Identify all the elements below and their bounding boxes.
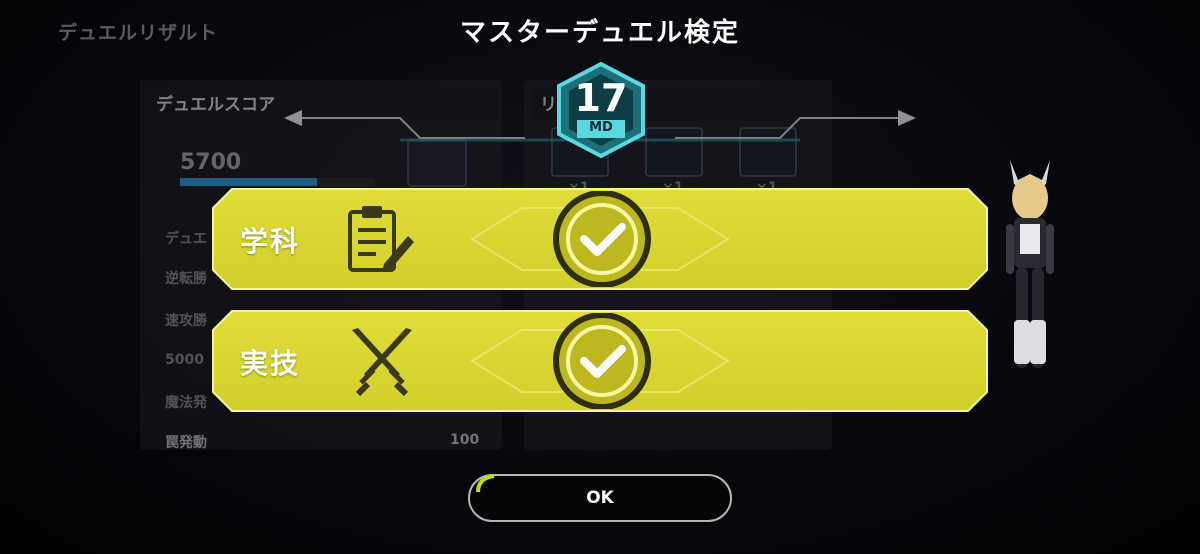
practical-exam-label: 実技: [240, 347, 301, 380]
checkmark-icon: [553, 313, 651, 409]
exam-banner-practical: 実技: [212, 310, 988, 412]
ok-button[interactable]: OK: [468, 474, 732, 522]
crossed-swords-icon: [352, 328, 412, 397]
character-image: [1006, 160, 1054, 368]
page-title: マスターデュエル検定: [459, 18, 740, 48]
rank-number: 17: [574, 76, 628, 120]
rank-label: MD: [589, 120, 613, 135]
checkmark-icon: [553, 191, 651, 287]
button-accent-icon: [476, 474, 495, 493]
written-exam-label: 学科: [240, 225, 301, 258]
rank-badge: 17 MD: [555, 61, 647, 159]
clipboard-icon: [348, 206, 414, 272]
exam-banner-written: 学科: [212, 188, 988, 290]
